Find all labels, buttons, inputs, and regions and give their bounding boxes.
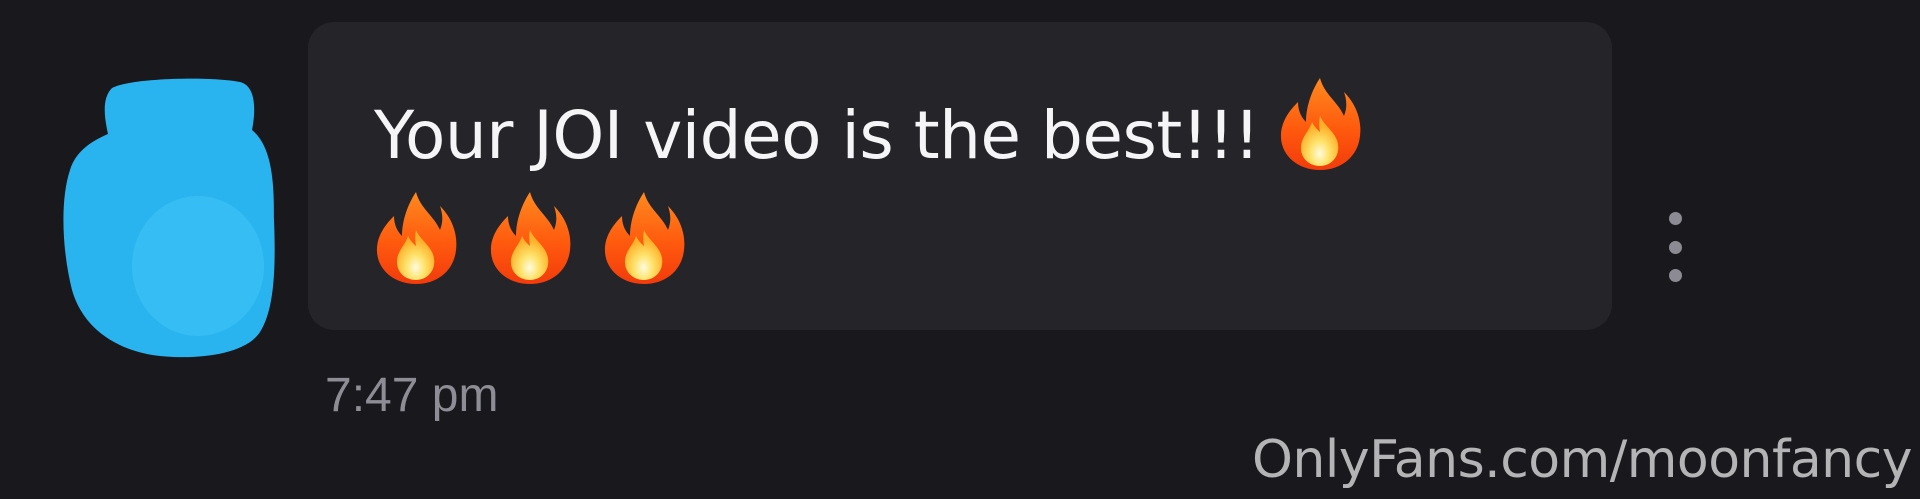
more-dot	[1668, 212, 1682, 225]
message-timestamp: 7:47 pm	[325, 369, 499, 422]
chat-screen: Your JOI video is the best!!! 7:47 pm On…	[0, 0, 1920, 499]
message-text: Your JOI video is the best!!!	[374, 97, 1260, 174]
avatar-icon[interactable]	[60, 70, 280, 360]
message-text-line: Your JOI video is the best!!!	[374, 76, 1552, 188]
fire-emoji-icon	[488, 190, 572, 286]
fire-emoji-icon	[374, 190, 458, 286]
more-vertical-icon[interactable]	[1660, 212, 1690, 282]
fire-emoji-icon	[1278, 76, 1362, 172]
more-dot	[1668, 240, 1682, 254]
emoji-row	[374, 190, 1552, 286]
more-dot	[1668, 269, 1682, 282]
message-bubble[interactable]: Your JOI video is the best!!!	[308, 22, 1612, 330]
fire-emoji-icon	[602, 190, 686, 286]
watermark-text: OnlyFans.com/moonfancy	[1252, 430, 1913, 490]
